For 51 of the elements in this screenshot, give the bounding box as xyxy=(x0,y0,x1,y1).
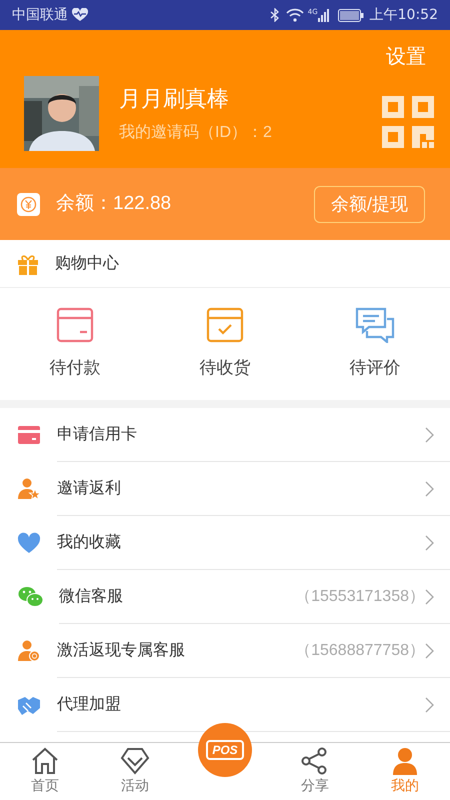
person-coin-icon xyxy=(17,640,41,662)
phone-number: （15553171358） xyxy=(295,586,425,606)
menu-label: 微信客服 xyxy=(59,586,123,606)
order-status-item[interactable]: 待收货 xyxy=(150,307,300,381)
menu-label: 我的收藏 xyxy=(57,532,121,552)
clock-time: 上午10:52 xyxy=(370,6,438,24)
user-name: 月月刷真棒 xyxy=(119,85,230,113)
menu-row[interactable]: 申请信用卡 xyxy=(0,408,450,462)
section-title: 购物中心 xyxy=(55,254,119,274)
chat-icon xyxy=(355,307,395,344)
tab-item[interactable]: 首页 xyxy=(0,743,90,800)
chevron-right-icon xyxy=(425,588,434,604)
menu-row[interactable]: 激活返现专属客服 （15688877758） xyxy=(0,624,450,678)
credit-card-icon xyxy=(17,424,41,446)
gift-icon xyxy=(17,252,39,274)
person-star-icon xyxy=(17,478,41,500)
battery-icon xyxy=(338,8,364,22)
qr-code-icon[interactable] xyxy=(382,96,434,148)
wifi-icon xyxy=(286,8,304,22)
tab-item[interactable]: 活动 xyxy=(90,743,180,800)
diamond-icon xyxy=(120,747,150,775)
menu-label: 代理加盟 xyxy=(57,694,121,714)
order-status-item[interactable]: 待付款 xyxy=(0,307,150,381)
box-icon xyxy=(206,307,244,344)
handshake-icon xyxy=(17,694,41,716)
tab-item[interactable]: 分享 xyxy=(270,743,360,800)
signal-icon xyxy=(318,8,330,22)
bluetooth-icon xyxy=(270,8,280,22)
chevron-right-icon xyxy=(425,480,434,496)
menu-row[interactable]: 邀请返利 xyxy=(0,462,450,516)
yuan-coin-icon xyxy=(17,192,40,216)
menu-label: 申请信用卡 xyxy=(57,424,137,444)
home-icon xyxy=(30,747,60,775)
wallet-icon xyxy=(56,307,94,344)
balance-amount: 余额：122.88 xyxy=(56,192,172,216)
invite-code: 我的邀请码（ID）：2 xyxy=(119,122,272,143)
heart-rate-icon xyxy=(72,8,88,22)
phone-number: （15688877758） xyxy=(295,640,425,660)
menu-label: 激活返现专属客服 xyxy=(57,640,185,660)
chevron-right-icon xyxy=(425,642,434,658)
menu-row[interactable]: 微信客服 （15553171358） xyxy=(0,570,450,624)
chevron-right-icon xyxy=(425,426,434,442)
menu-label: 邀请返利 xyxy=(57,478,121,498)
heart-icon xyxy=(17,532,41,554)
chevron-right-icon xyxy=(425,534,434,550)
carrier-name: 中国联通 xyxy=(12,6,68,24)
chevron-right-icon xyxy=(425,696,434,712)
order-status-item[interactable]: 待评价 xyxy=(300,307,450,381)
menu-row[interactable]: 我的收藏 xyxy=(0,516,450,570)
person-icon xyxy=(390,747,420,775)
chat-bubbles-icon xyxy=(17,586,43,608)
